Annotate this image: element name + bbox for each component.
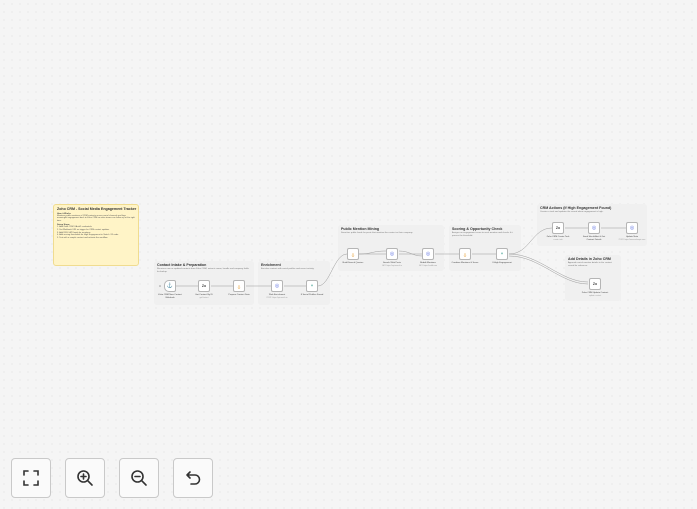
if-icon: ⑂ [500,250,504,257]
zoho-icon: Zo [201,283,207,288]
node-get-contact[interactable]: Zo [198,280,210,292]
trigger-arrow [159,285,161,287]
zoom-out-button[interactable] [119,458,159,498]
edge [317,253,348,287]
node-label: Update Note POST: https://www.zohoapis.co… [618,236,646,241]
node-label: If Social Profiles Found [300,294,324,296]
node-label: Zoho CRM Create Task create: task [546,236,570,241]
globe-icon: ◎ [591,224,597,231]
globe-icon: ◎ [629,224,635,231]
node-label: Prepare Contact Data [228,294,250,296]
node-label: Search Web Posts GET: https://api.search.… [381,262,403,267]
zoom-in-button[interactable] [65,458,105,498]
undo-icon [186,471,201,485]
node-label: If High Engagement [492,262,512,264]
zoho-icon: Zo [555,225,561,230]
globe-icon: ◎ [389,250,395,257]
globe-icon: ◎ [274,282,280,289]
zoom-out-icon [131,470,147,486]
reset-zoom-button[interactable] [173,458,213,498]
webhook-icon: ⚓ [166,282,174,289]
edge [398,250,423,257]
node-reddit-mentions[interactable]: ◎ [422,248,434,260]
node-if-social-profiles[interactable]: ⑂ [306,280,318,292]
if-icon: ⑂ [310,282,314,289]
node-webhook[interactable]: ⚓ [164,280,176,292]
code-icon: {} [351,251,355,257]
node-combine-score[interactable]: {} [459,248,471,260]
node-slack-alert[interactable]: ◎ [588,222,600,234]
fit-view-button[interactable] [11,458,51,498]
code-icon: {} [463,251,467,257]
edge [508,253,589,283]
zoom-in-icon [77,470,93,486]
node-create-task[interactable]: Zo [552,222,564,234]
node-update-note[interactable]: ◎ [626,222,638,234]
edge [358,250,387,255]
zoho-icon: Zo [592,281,598,286]
node-label: Combine Mentions & Score [451,262,479,264]
node-search-web-posts[interactable]: ◎ [386,248,398,260]
node-label: Reddit Mentions GET: https://reddit.com [418,262,438,267]
node-update-contact[interactable]: Zo [589,278,601,290]
node-prepare-contact[interactable]: {} [233,280,245,292]
workflow-canvas[interactable]: Zoho CRM - Social Media Engagement Track… [0,0,697,509]
node-label: Get Contact By ID getContact [195,294,213,299]
edge [508,255,589,285]
node-build-queries[interactable]: {} [347,248,359,260]
node-label: Web Enrichment POST: https://api.enrich.i… [266,294,288,299]
node-if-high-engagement[interactable]: ⑂ [496,248,508,260]
node-label: Zoho CRM New Contact Webhook [158,294,182,299]
node-label: Zoho CRM Update Contact update: contact [581,292,609,297]
node-label: Build Search Queries [342,262,364,264]
fit-view-icon [23,470,39,486]
globe-icon: ◎ [425,250,431,257]
node-label: Send Slack Alert & Get Contact Details [582,236,606,241]
code-icon: {} [237,283,241,289]
node-web-enrichment[interactable]: ◎ [271,280,283,292]
